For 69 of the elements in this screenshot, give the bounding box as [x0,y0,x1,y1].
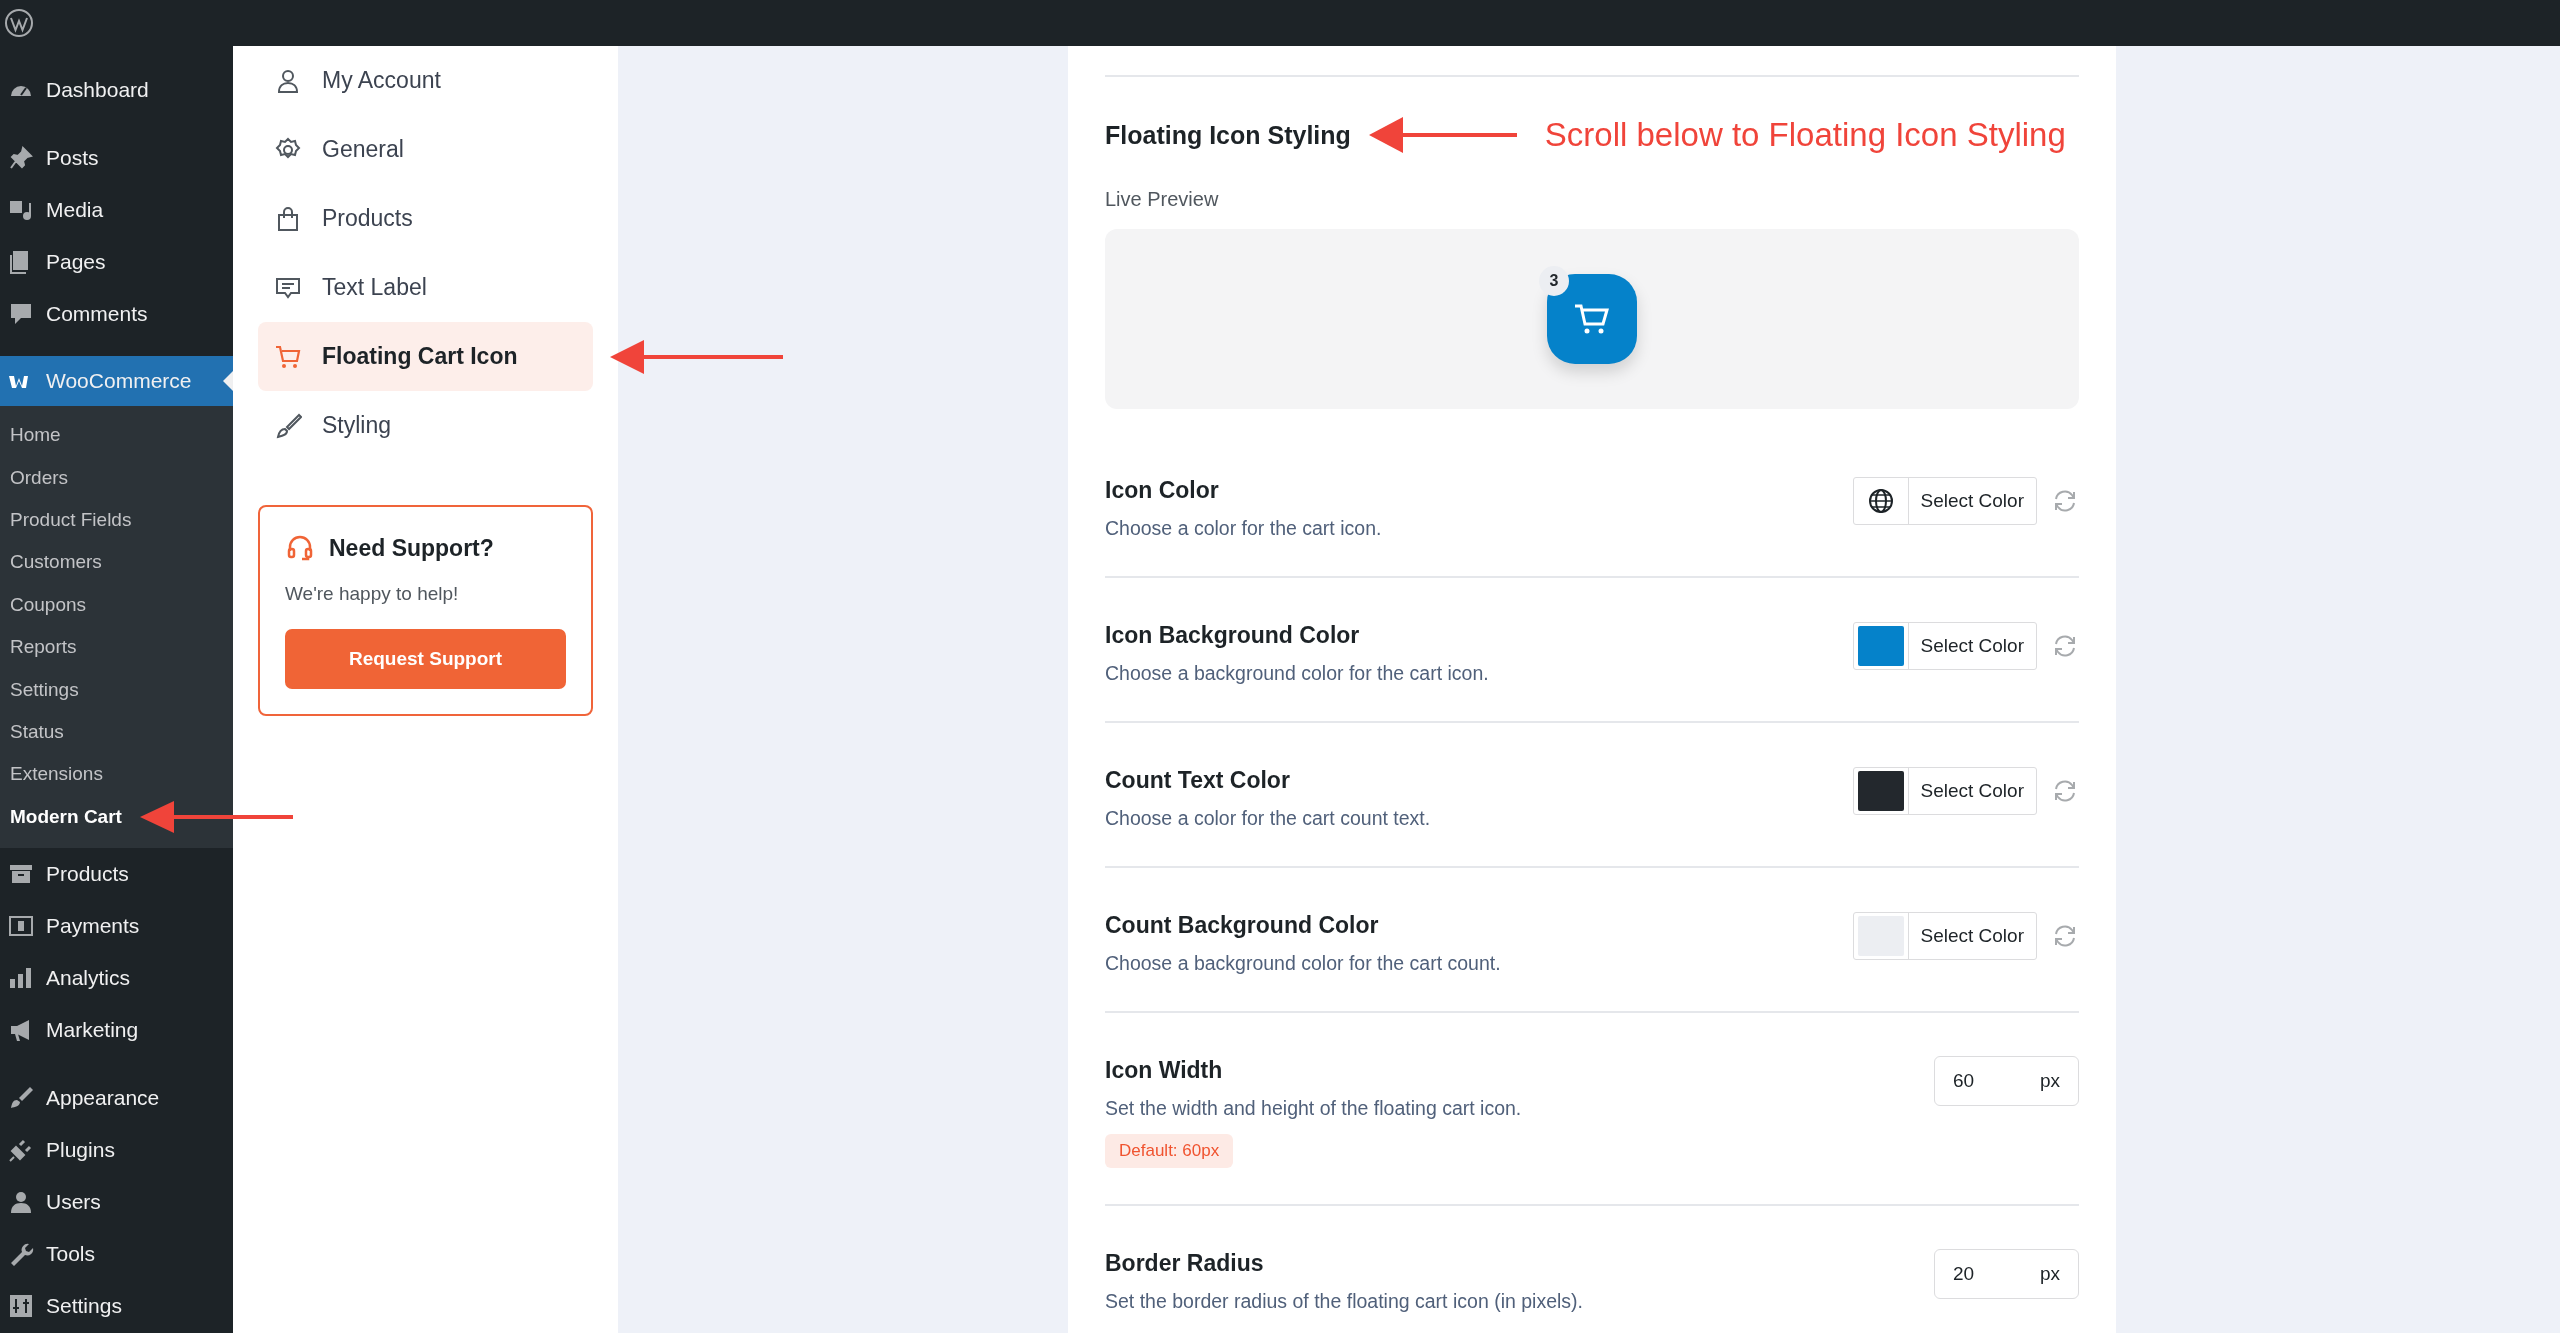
sliders-icon [8,1292,34,1319]
settings-nav-item[interactable]: Styling [258,391,593,460]
setting-description: Choose a color for the cart icon. [1105,517,1382,540]
submenu-item[interactable]: Settings [0,668,233,711]
color-picker-button[interactable]: Select Color [1852,477,2037,525]
support-text: We're happy to help! [285,583,460,605]
submenu-item[interactable]: Product Fields [0,498,233,542]
setting-label: Icon Background Color [1105,622,1361,649]
globe-icon [1866,487,1895,515]
color-picker-button[interactable]: Select Color [1852,767,2037,815]
submenu-item[interactable]: Customers [0,541,233,584]
color-picker-button[interactable]: Select Color [1852,912,2037,960]
setting-label: Icon Color [1105,477,1220,504]
admin-menu-item[interactable]: Tools [0,1227,233,1280]
setting-description: Choose a background color for the cart count. [1105,952,1501,975]
unit-label: px [2039,1070,2060,1092]
speech-bubble-icon [8,301,34,327]
setting-label: Count Background Color [1105,912,1380,939]
settings-nav-item[interactable]: Floating Cart Icon [258,322,593,391]
cart-icon [1573,302,1611,336]
input-value: 60 [1953,1070,1975,1092]
default-value-badge: Default: 60px [1105,1134,1234,1168]
admin-menu-item[interactable]: Plugins [0,1123,233,1176]
setting-description: Set the width and height of the floating cart icon. [1105,1097,1522,1120]
color-picker-button[interactable]: Select Color [1852,622,2037,670]
setting-description: Set the border radius of the floating cart icon (in pixels). [1105,1290,1583,1313]
admin-menu-item[interactable]: Pages [0,236,233,288]
settings-nav-item[interactable]: My Account [258,46,593,115]
preview-label: Live Preview [1105,188,1220,211]
admin-menu-item[interactable]: Products [0,847,233,900]
annotation-text: Scroll below to Floating Icon Styling [1544,116,2066,154]
submenu-item[interactable]: Coupons [0,583,233,626]
admin-menu-item[interactable]: Analytics [0,951,233,1004]
input-value: 20 [1953,1263,1975,1285]
wordpress-logo-icon[interactable] [4,8,34,38]
admin-menu-item[interactable]: Payments [0,899,233,952]
submenu-item[interactable]: Status [0,710,233,754]
paintbrush-icon [274,411,302,440]
admin-menu-item[interactable]: WooCommerce [0,356,233,406]
setting-description: Choose a color for the cart count text. [1105,807,1431,830]
paintbrush-icon [8,1084,34,1111]
admin-menu-item[interactable]: Settings [0,1279,233,1332]
support-title: Need Support? [329,534,494,562]
headset-icon [285,533,315,563]
settings-nav-item[interactable]: Text Label [258,253,593,322]
settings-nav-item[interactable]: Products [258,184,593,253]
admin-menu-item[interactable]: Comments [0,288,233,340]
setting-label: Border Radius [1105,1250,1265,1277]
submenu-item[interactable]: Orders [0,456,233,499]
admin-menu-item[interactable]: Media [0,184,233,236]
submenu-item[interactable]: Home [0,414,233,457]
settings-nav-item[interactable]: General [258,115,593,184]
setting-label: Icon Width [1105,1057,1224,1084]
admin-menu-item[interactable]: Users [0,1175,233,1228]
unit-label: px [2039,1263,2060,1285]
pushpin-icon [8,145,34,171]
setting-label: Count Text Color [1105,767,1291,794]
admin-menu-item[interactable]: Posts [0,132,233,184]
section-title: Floating Icon Styling [1105,120,1351,150]
admin-menu-item[interactable]: Appearance [0,1071,233,1124]
setting-description: Choose a background color for the cart icon. [1105,662,1489,685]
admin-menu-item[interactable]: Marketing [0,1003,233,1056]
admin-menu-item[interactable]: Dashboard [0,64,233,116]
number-input-field[interactable]: 20 px [1934,1249,2079,1299]
submenu-item[interactable]: Extensions [0,753,233,796]
submenu-item[interactable]: Modern Cart [0,795,233,838]
number-input-field[interactable]: 60 px [1934,1056,2079,1106]
cart-count-badge: 3 [1539,266,1569,296]
submenu-item[interactable]: Reports [0,625,233,669]
